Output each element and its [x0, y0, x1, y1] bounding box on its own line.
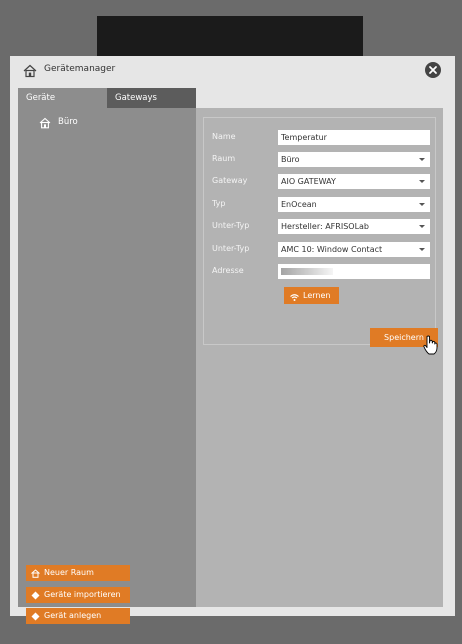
untertyp-1-select[interactable]: Hersteller: AFRISOLab [278, 219, 430, 234]
name-input[interactable]: Temperatur [278, 130, 430, 145]
name-label: Name [212, 132, 236, 141]
device-manager-dialog: Gerätemanager Geräte Gateways Büro Neuer… [10, 56, 455, 624]
typ-value: EnOcean [281, 200, 317, 209]
chevron-down-icon [419, 180, 425, 183]
house-icon [31, 568, 40, 578]
new-room-button[interactable]: Neuer Raum [26, 565, 130, 581]
dialog-title: Gerätemanager [44, 64, 116, 74]
raum-select[interactable]: Büro [278, 152, 430, 167]
adresse-label: Adresse [212, 266, 244, 275]
chevron-down-icon [419, 203, 425, 206]
untertyp-1-label: Unter-Typ [212, 221, 250, 230]
form-row-name: Name Temperatur [204, 130, 437, 146]
house-icon [23, 64, 37, 78]
form-row-raum: Raum Büro [204, 152, 437, 168]
background-window [97, 16, 363, 56]
create-device-button[interactable]: Gerät anlegen [26, 608, 130, 624]
learn-label: Lernen [303, 291, 331, 300]
room-list-panel: Büro Neuer Raum Geräte importieren Gerät… [18, 108, 196, 624]
create-device-label: Gerät anlegen [44, 611, 102, 620]
import-devices-label: Geräte importieren [44, 590, 121, 599]
typ-select[interactable]: EnOcean [278, 197, 430, 212]
form-row-typ: Typ EnOcean [204, 197, 437, 213]
room-label: Büro [58, 117, 78, 127]
new-room-label: Neuer Raum [44, 568, 94, 577]
typ-label: Typ [212, 199, 226, 208]
redacted-address [281, 268, 333, 275]
untertyp-2-label: Unter-Typ [212, 244, 250, 253]
close-icon [429, 66, 437, 74]
gateway-select[interactable]: AIO GATEWAY [278, 174, 430, 189]
chevron-down-icon [419, 248, 425, 251]
close-button[interactable] [425, 62, 441, 78]
untertyp-2-value: AMC 10: Window Contact [281, 245, 383, 254]
learn-button[interactable]: Lernen [284, 287, 339, 304]
chevron-down-icon [419, 225, 425, 228]
chevron-down-icon [419, 158, 425, 161]
tab-bar: Geräte Gateways [18, 88, 198, 108]
gateway-value: AIO GATEWAY [281, 177, 336, 186]
hand-cursor-icon [423, 335, 438, 355]
tab-gateways[interactable]: Gateways [107, 88, 196, 108]
form-row-untertyp-1: Unter-Typ Hersteller: AFRISOLab [204, 219, 437, 235]
gateway-label: Gateway [212, 176, 248, 185]
untertyp-2-select[interactable]: AMC 10: Window Contact [278, 242, 430, 257]
device-detail-panel: Name Temperatur Raum Büro Gateway AIO GA… [196, 108, 443, 607]
diamond-icon [31, 590, 40, 600]
diamond-icon [31, 611, 40, 621]
tab-geraete[interactable]: Geräte [18, 88, 107, 108]
raum-label: Raum [212, 154, 236, 163]
form-row-adresse: Adresse [204, 264, 437, 280]
dialog-titlebar: Gerätemanager [10, 56, 455, 86]
device-form: Name Temperatur Raum Büro Gateway AIO GA… [203, 117, 438, 355]
wifi-icon [290, 291, 299, 301]
form-row-untertyp-2: Unter-Typ AMC 10: Window Contact [204, 242, 437, 258]
import-devices-button[interactable]: Geräte importieren [26, 587, 130, 603]
untertyp-1-value: Hersteller: AFRISOLab [281, 222, 370, 231]
adresse-input[interactable] [278, 264, 430, 279]
house-icon [39, 117, 51, 129]
raum-value: Büro [281, 155, 300, 164]
form-row-gateway: Gateway AIO GATEWAY [204, 174, 437, 190]
